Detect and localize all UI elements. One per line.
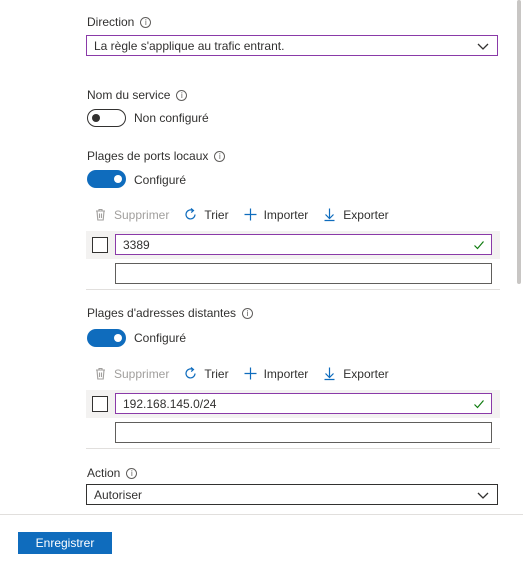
- remote-addresses-toggle[interactable]: [87, 329, 126, 347]
- info-icon[interactable]: i: [214, 150, 226, 162]
- sort-label: Trier: [204, 366, 229, 381]
- info-icon[interactable]: i: [242, 307, 254, 319]
- delete-label: Supprimer: [114, 366, 170, 381]
- export-button[interactable]: Exporter: [322, 366, 389, 381]
- local-ports-toggle-text: Configuré: [134, 173, 187, 187]
- remote-addresses-toolbar: Supprimer Trier Importer Exporter: [93, 366, 403, 381]
- sort-button[interactable]: Trier: [183, 366, 229, 381]
- refresh-icon: [185, 208, 196, 220]
- sort-button[interactable]: Trier: [183, 207, 229, 222]
- plus-icon: [244, 208, 257, 221]
- checkmark-icon: [474, 400, 484, 409]
- remote-address-new-input[interactable]: [115, 422, 492, 443]
- remote-addresses-label-row: Plages d'adresses distantes i: [87, 306, 254, 320]
- direction-label: Direction: [87, 15, 135, 29]
- download-arrow-icon: [324, 208, 335, 222]
- service-name-label-row: Nom du service i: [87, 88, 188, 102]
- sort-label: Trier: [204, 207, 229, 222]
- action-label: Action: [87, 466, 121, 480]
- download-arrow-icon: [324, 367, 335, 381]
- remote-addresses-label: Plages d'adresses distantes: [87, 306, 237, 320]
- service-name-toggle-text: Non configuré: [134, 111, 209, 125]
- divider: [86, 289, 500, 290]
- remote-address-input[interactable]: 192.168.145.0/24: [115, 393, 492, 414]
- remote-addresses-toggle-text: Configuré: [134, 331, 187, 345]
- action-dropdown[interactable]: Autoriser: [86, 484, 498, 505]
- info-icon[interactable]: i: [140, 16, 152, 28]
- export-label: Exporter: [343, 366, 389, 381]
- import-button[interactable]: Importer: [243, 207, 309, 222]
- local-port-input[interactable]: 3389: [115, 234, 492, 255]
- import-label: Importer: [263, 366, 309, 381]
- trash-icon: [96, 208, 105, 221]
- row-checkbox[interactable]: [92, 237, 108, 253]
- info-icon[interactable]: i: [176, 89, 188, 101]
- row-checkbox[interactable]: [92, 396, 108, 412]
- scrollbar-thumb[interactable]: [517, 0, 521, 284]
- info-icon[interactable]: i: [126, 467, 138, 479]
- export-button[interactable]: Exporter: [322, 207, 389, 222]
- refresh-icon: [185, 367, 196, 379]
- delete-button[interactable]: Supprimer: [93, 207, 169, 222]
- direction-dropdown[interactable]: La règle s'applique au trafic entrant.: [86, 35, 498, 56]
- export-label: Exporter: [343, 207, 389, 222]
- plus-icon: [244, 367, 257, 380]
- chevron-down-icon: [477, 492, 489, 499]
- service-name-label: Nom du service: [87, 88, 171, 102]
- delete-label: Supprimer: [114, 207, 170, 222]
- local-ports-toggle[interactable]: [87, 170, 126, 188]
- direction-label-row: Direction i: [87, 15, 152, 29]
- toggle-knob: [114, 175, 122, 183]
- delete-button[interactable]: Supprimer: [93, 366, 169, 381]
- chevron-down-icon: [477, 43, 489, 50]
- remote-address-value: 192.168.145.0/24: [123, 396, 217, 411]
- checkmark-icon: [474, 241, 484, 250]
- save-label: Enregistrer: [35, 536, 95, 550]
- local-ports-label: Plages de ports locaux: [87, 149, 209, 163]
- local-port-new-input[interactable]: [115, 263, 492, 284]
- local-port-value: 3389: [123, 237, 150, 252]
- toggle-knob: [92, 114, 100, 122]
- trash-icon: [96, 367, 105, 380]
- action-value: Autoriser: [94, 487, 143, 502]
- divider: [86, 448, 500, 449]
- import-button[interactable]: Importer: [243, 366, 309, 381]
- action-label-row: Action i: [87, 466, 138, 480]
- local-ports-toolbar: Supprimer Trier Importer Exporter: [93, 207, 403, 222]
- import-label: Importer: [263, 207, 309, 222]
- direction-value: La règle s'applique au trafic entrant.: [94, 38, 285, 53]
- service-name-toggle[interactable]: [87, 109, 126, 127]
- toggle-knob: [114, 334, 122, 342]
- save-button[interactable]: Enregistrer: [18, 532, 112, 554]
- local-ports-label-row: Plages de ports locaux i: [87, 149, 226, 163]
- footer-divider: [0, 514, 523, 515]
